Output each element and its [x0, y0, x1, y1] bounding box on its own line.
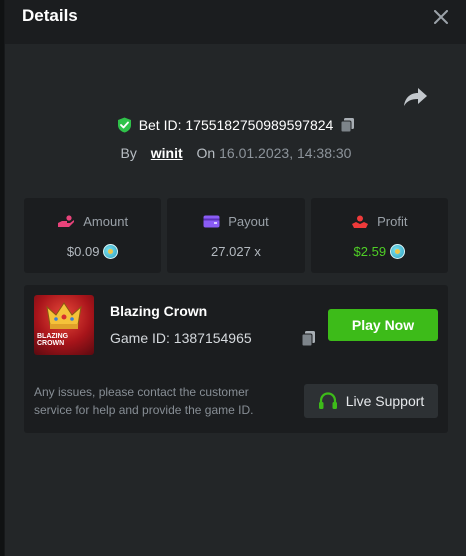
share-icon — [404, 88, 427, 106]
stat-payout: Payout 27.027 x — [167, 198, 305, 273]
game-card: BLAZING CROWN Blazing Crown Game ID: 138… — [24, 285, 448, 433]
bet-date: 16.01.2023, 14:38:30 — [219, 145, 352, 161]
live-support-button[interactable]: Live Support — [304, 384, 438, 418]
stat-amount-value: $0.09 — [66, 244, 100, 259]
close-icon — [434, 10, 448, 24]
copy-icon[interactable] — [340, 117, 355, 133]
stat-amount-value-row: $0.09 — [24, 244, 161, 259]
thumbnail-text-line-2: CROWN — [37, 340, 65, 347]
thumbnail-text-line-1: BLAZING — [37, 333, 69, 340]
thumbnail-text: BLAZING CROWN — [37, 333, 68, 347]
live-support-label: Live Support — [345, 393, 425, 409]
coin-icon — [390, 244, 406, 259]
copy-game-id-button[interactable] — [301, 330, 316, 352]
details-modal: Details Bet ID: 1755182750989597824 By w… — [4, 0, 466, 556]
by-label: By — [120, 145, 137, 161]
profit-icon — [352, 215, 369, 228]
stat-payout-label: Payout — [228, 214, 269, 229]
game-thumbnail[interactable]: BLAZING CROWN — [34, 295, 94, 355]
shield-check-icon — [117, 117, 131, 133]
amount-icon — [58, 214, 75, 227]
coin-icon — [103, 244, 119, 259]
stat-profit-head: Profit — [311, 214, 448, 229]
stat-payout-head: Payout — [167, 214, 304, 229]
play-now-button[interactable]: Play Now — [328, 309, 438, 341]
copy-icon — [301, 331, 315, 347]
stat-profit-value-row: $2.59 — [311, 244, 448, 259]
game-id: Game ID: 1387154965 — [110, 330, 252, 346]
share-button[interactable] — [403, 86, 429, 108]
stat-amount: Amount $0.09 — [24, 198, 162, 273]
stat-payout-value: 27.027 x — [211, 244, 261, 259]
bet-id: Bet ID: 1755182750989597824 — [138, 117, 334, 133]
wallet-icon — [203, 215, 220, 228]
stat-profit: Profit $2.59 — [310, 198, 448, 273]
username-link[interactable]: winit — [151, 145, 183, 161]
modal-title: Details — [22, 6, 78, 25]
support-notice: Any issues, please contact the customer … — [34, 385, 254, 417]
on-label: On — [196, 145, 216, 161]
stat-payout-value-row: 27.027 x — [167, 244, 304, 259]
close-button[interactable] — [429, 5, 453, 29]
stat-profit-value: $2.59 — [353, 244, 387, 259]
headset-icon — [318, 392, 337, 409]
game-title: Blazing Crown — [110, 303, 208, 319]
stat-amount-label: Amount — [83, 214, 129, 229]
stat-profit-label: Profit — [377, 214, 408, 229]
stat-amount-head: Amount — [24, 214, 161, 229]
crown-icon — [46, 302, 82, 329]
bet-id-line: Bet ID: 1755182750989597824 — [5, 117, 466, 136]
bet-meta-line: By winit On 16.01.2023, 14:38:30 — [5, 145, 466, 161]
modal-header: Details — [5, 0, 466, 44]
stats-row: Amount $0.09 Payout 27.027 x Profit $2.5… — [24, 198, 448, 273]
